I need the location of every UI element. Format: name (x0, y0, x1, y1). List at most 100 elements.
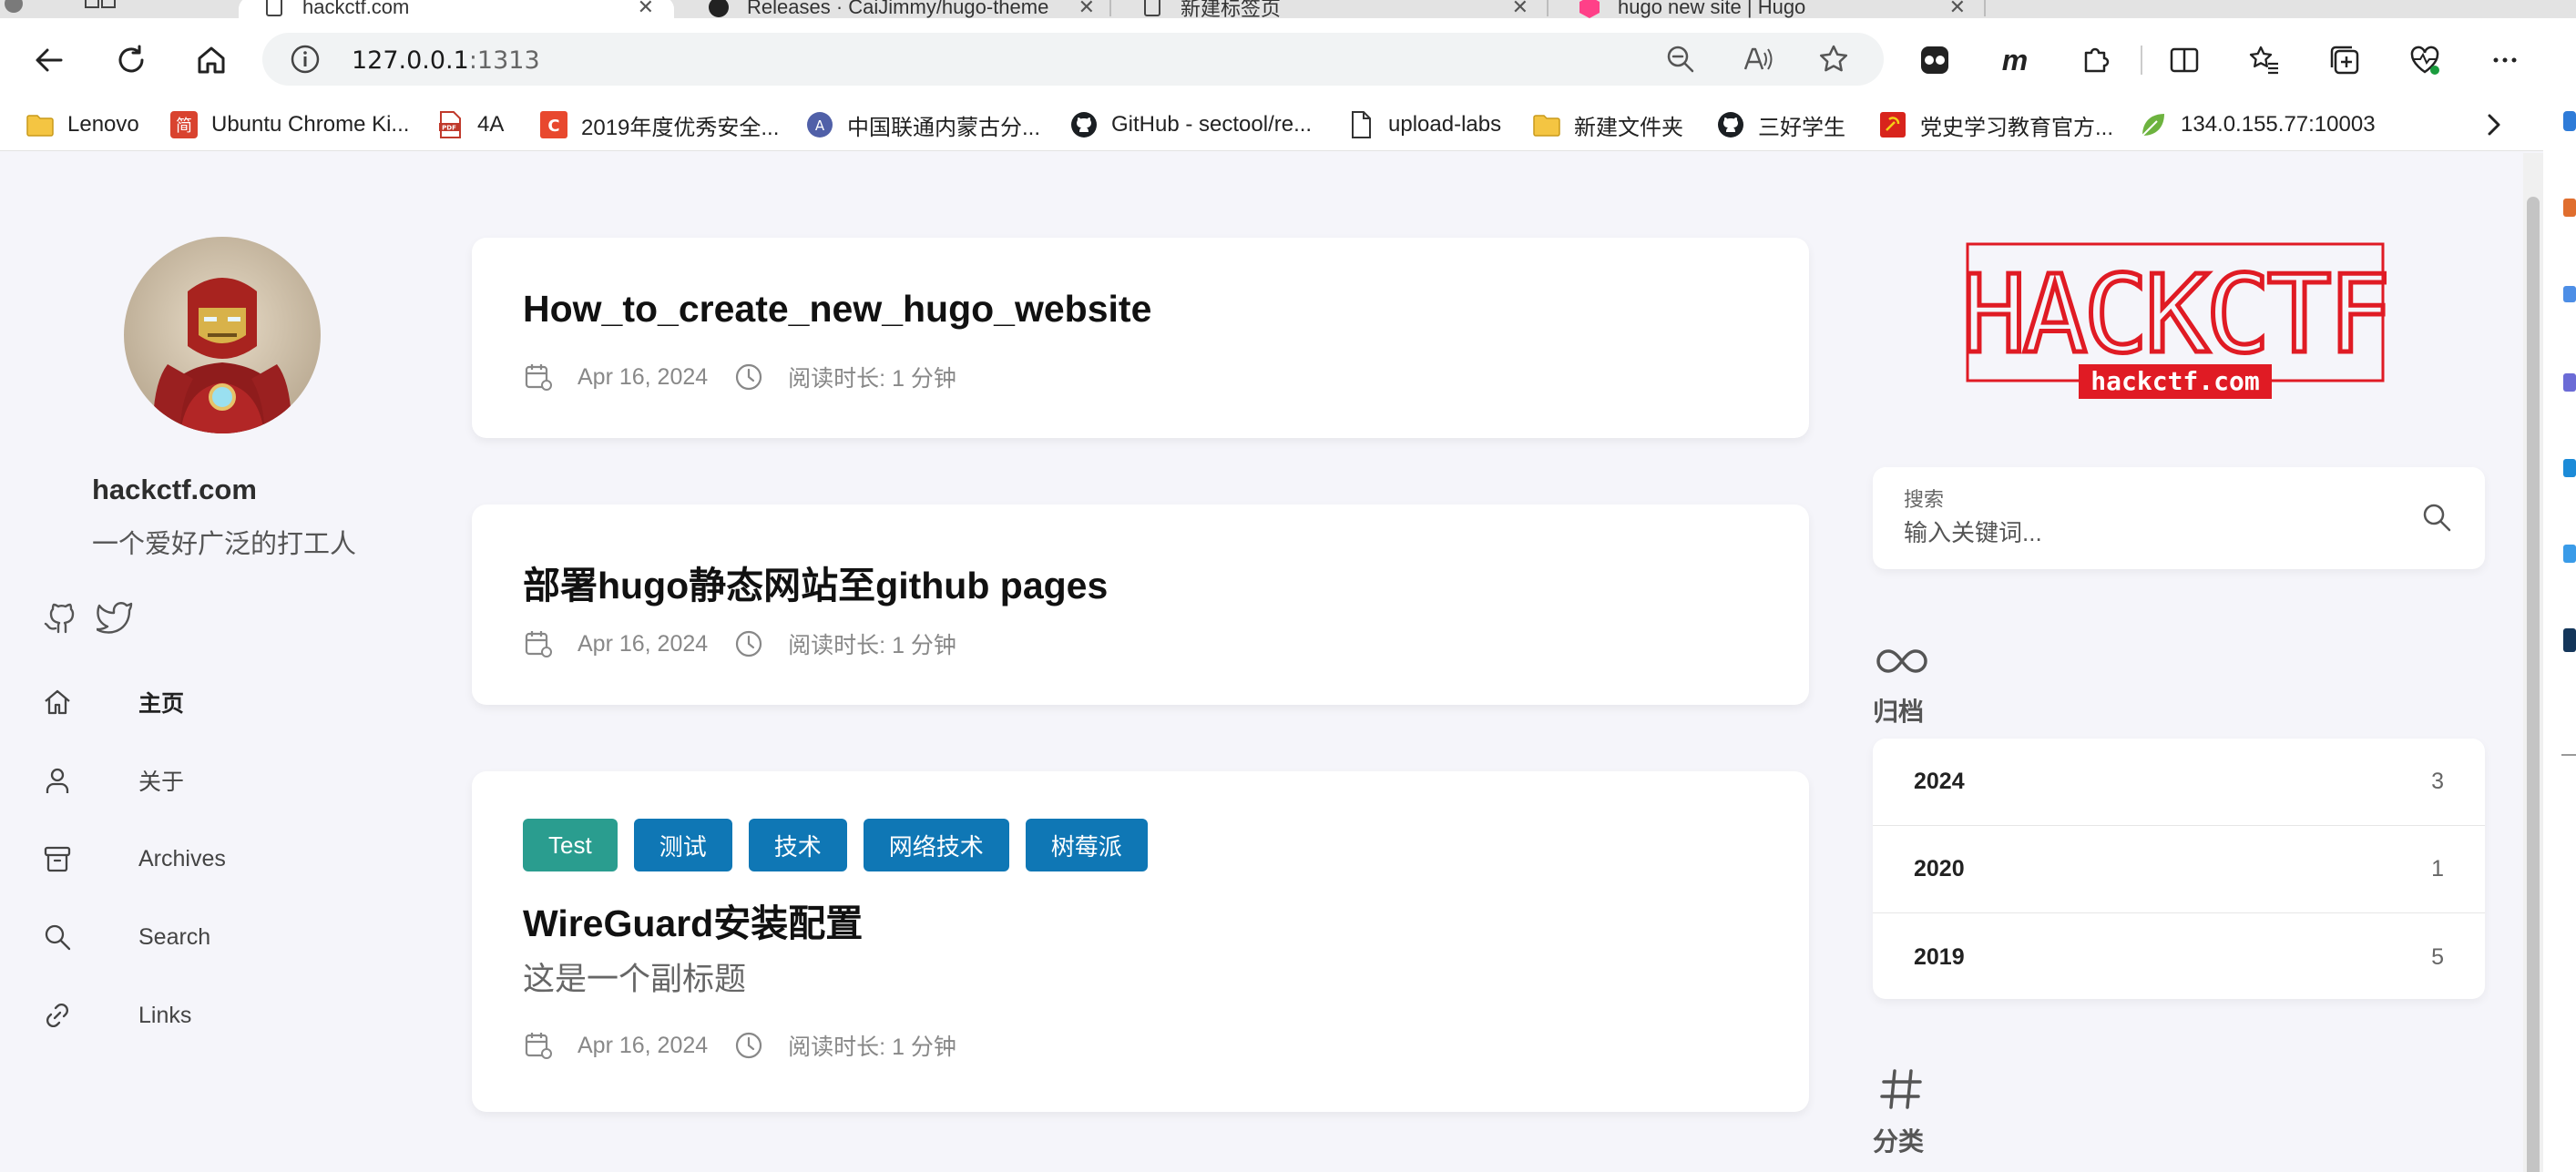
profile-avatar[interactable] (0, 0, 27, 18)
github-link[interactable] (42, 597, 78, 634)
page-icon (1144, 0, 1160, 16)
zoom-out-icon[interactable] (1665, 44, 1696, 75)
tab-new-tab[interactable]: 新建标签页 ✕ (1117, 0, 1549, 18)
site-icon: A (807, 112, 833, 138)
hackctf-logo[interactable]: HACKCTF hackctf.com (1964, 240, 2387, 401)
refresh-button[interactable] (109, 38, 153, 82)
split-screen-icon (2170, 47, 2199, 73)
url-port: :1313 (468, 46, 540, 75)
article-card[interactable]: How_to_create_new_hugo_website Apr 16, 2… (472, 238, 1809, 438)
article-date: Apr 16, 2024 (578, 1032, 709, 1058)
favorites-button[interactable] (2243, 38, 2286, 82)
search-input[interactable] (1904, 515, 2414, 551)
pdf-icon: PDF (439, 111, 461, 138)
archive-widget-title: 归档 (1873, 698, 1925, 726)
sidebar-item-about[interactable]: 关于 (38, 758, 384, 803)
bookmark-item[interactable]: 三好学生 (1716, 107, 1845, 142)
bookmark-item[interactable]: GitHub - sectool/re... (1069, 107, 1312, 142)
sidebar-item-label: 主页 (138, 691, 185, 717)
hugo-icon (1579, 0, 1600, 18)
article-title[interactable]: 部署hugo静态网站至github pages (523, 555, 1108, 609)
collections-button[interactable] (2323, 38, 2366, 82)
link-icon (38, 996, 77, 1034)
browser-side-panel (2543, 98, 2576, 1172)
tab-title: Releases · CaiJimmy/hugo-theme (747, 0, 1049, 18)
tag-network-tech[interactable]: 网络技术 (863, 819, 1009, 871)
more-icon (2493, 57, 2517, 63)
sidebar-item-label: Search (138, 923, 211, 950)
article-card[interactable]: 部署hugo静态网站至github pages Apr 16, 2024 阅读时… (472, 504, 1809, 705)
page-icon (1352, 111, 1371, 138)
article-meta: Apr 16, 2024 阅读时长: 1 分钟 (523, 361, 956, 393)
close-icon[interactable]: ✕ (1949, 0, 1966, 18)
m-icon: m (2001, 43, 2029, 76)
category-widget-title: 分类 (1873, 1127, 1925, 1156)
bookmark-label: Ubuntu Chrome Ki... (211, 112, 410, 137)
tag-testing[interactable]: 测试 (633, 819, 732, 871)
sidebar-item-home[interactable]: 主页 (38, 679, 384, 725)
more-button[interactable] (2483, 38, 2527, 82)
reading-time: 阅读时长: 1 分钟 (788, 633, 956, 658)
tab-releases[interactable]: Releases · CaiJimmy/hugo-theme ✕ (683, 0, 1115, 18)
back-button[interactable] (27, 38, 71, 82)
url-text[interactable]: 127.0.0.1:1313 (352, 46, 540, 75)
tag-raspberry-pi[interactable]: 树莓派 (1025, 819, 1148, 871)
article-meta: Apr 16, 2024 阅读时长: 1 分钟 (523, 1029, 956, 1062)
search-icon[interactable] (2419, 500, 2454, 535)
bookmark-badge: 简 (176, 117, 192, 136)
extensions-button[interactable] (2073, 38, 2117, 82)
bookmarks-overflow-button[interactable] (2479, 107, 2509, 142)
sidebar-item-search[interactable]: Search (38, 914, 384, 960)
twitter-link[interactable] (95, 597, 133, 634)
read-aloud-icon[interactable] (1742, 44, 1773, 75)
bookmark-item[interactable]: 简 Ubuntu Chrome Ki... (169, 107, 409, 142)
bookmark-item[interactable]: PDF 4A (435, 107, 504, 142)
bookmark-item[interactable]: A 中国联通内蒙古分... (805, 107, 1040, 142)
close-icon[interactable]: ✕ (1512, 0, 1528, 18)
extension-m-button[interactable]: m (1993, 38, 2037, 82)
info-icon[interactable] (290, 44, 321, 75)
bookmark-item[interactable]: 党史学习教育官方... (1878, 107, 2113, 142)
bookmark-item[interactable]: C 2019年度优秀安全... (539, 107, 779, 142)
close-icon[interactable]: ✕ (1078, 0, 1095, 18)
twitter-icon (95, 602, 133, 634)
bookmark-item[interactable]: upload-labs (1346, 107, 1501, 142)
extension-button[interactable] (1913, 38, 1957, 82)
site-name[interactable]: hackctf.com (92, 474, 257, 506)
article-title[interactable]: WireGuard安装配置 (523, 892, 863, 947)
sidebar-item-label: 关于 (138, 769, 185, 795)
close-icon[interactable]: ✕ (638, 0, 654, 18)
tab-hugo[interactable]: hugo new site | Hugo ✕ (1554, 0, 1986, 18)
performance-button[interactable] (2403, 38, 2447, 82)
tab-actions-icon[interactable] (73, 0, 128, 18)
archive-row[interactable]: 2019 5 (1873, 913, 2485, 1001)
article-title[interactable]: How_to_create_new_hugo_website (523, 288, 1151, 331)
sidebar-item-links[interactable]: Links (38, 993, 384, 1038)
scrollbar-thumb[interactable] (2527, 197, 2540, 1172)
split-screen-button[interactable] (2162, 38, 2206, 82)
archive-row[interactable]: 2024 3 (1873, 739, 2485, 826)
bookmark-label: 三好学生 (1758, 115, 1845, 140)
bookmark-item[interactable]: Lenovo (26, 107, 139, 142)
github-icon (44, 603, 75, 634)
star-icon[interactable] (1818, 44, 1849, 75)
search-widget: 搜索 (1873, 467, 2485, 569)
page-content: hackctf.com 一个爱好广泛的打工人 主页 关于 Archives Se… (7, 153, 2523, 1172)
reading-time: 阅读时长: 1 分钟 (788, 366, 956, 392)
tag-test[interactable]: Test (523, 819, 618, 871)
page-scrollbar[interactable] (2523, 153, 2543, 1172)
tab-separator (1109, 0, 1111, 16)
avatar[interactable] (124, 237, 321, 433)
sidebar-item-archives[interactable]: Archives (38, 836, 384, 882)
address-bar[interactable]: 127.0.0.1:1313 (262, 33, 1884, 86)
page-icon (266, 0, 282, 16)
search-icon (38, 918, 77, 956)
tag-tech[interactable]: 技术 (748, 819, 847, 871)
article-card[interactable]: Test 测试 技术 网络技术 树莓派 WireGuard安装配置 这是一个副标… (472, 771, 1809, 1112)
bookmark-item[interactable]: 新建文件夹 (1532, 107, 1683, 142)
home-button[interactable] (189, 38, 233, 82)
bookmark-item[interactable]: 134.0.155.77:10003 (2139, 107, 2376, 142)
archive-row[interactable]: 2020 1 (1873, 826, 2485, 913)
site-icon: C (540, 111, 567, 138)
tab-hackctf[interactable]: hackctf.com ✕ (239, 0, 674, 18)
